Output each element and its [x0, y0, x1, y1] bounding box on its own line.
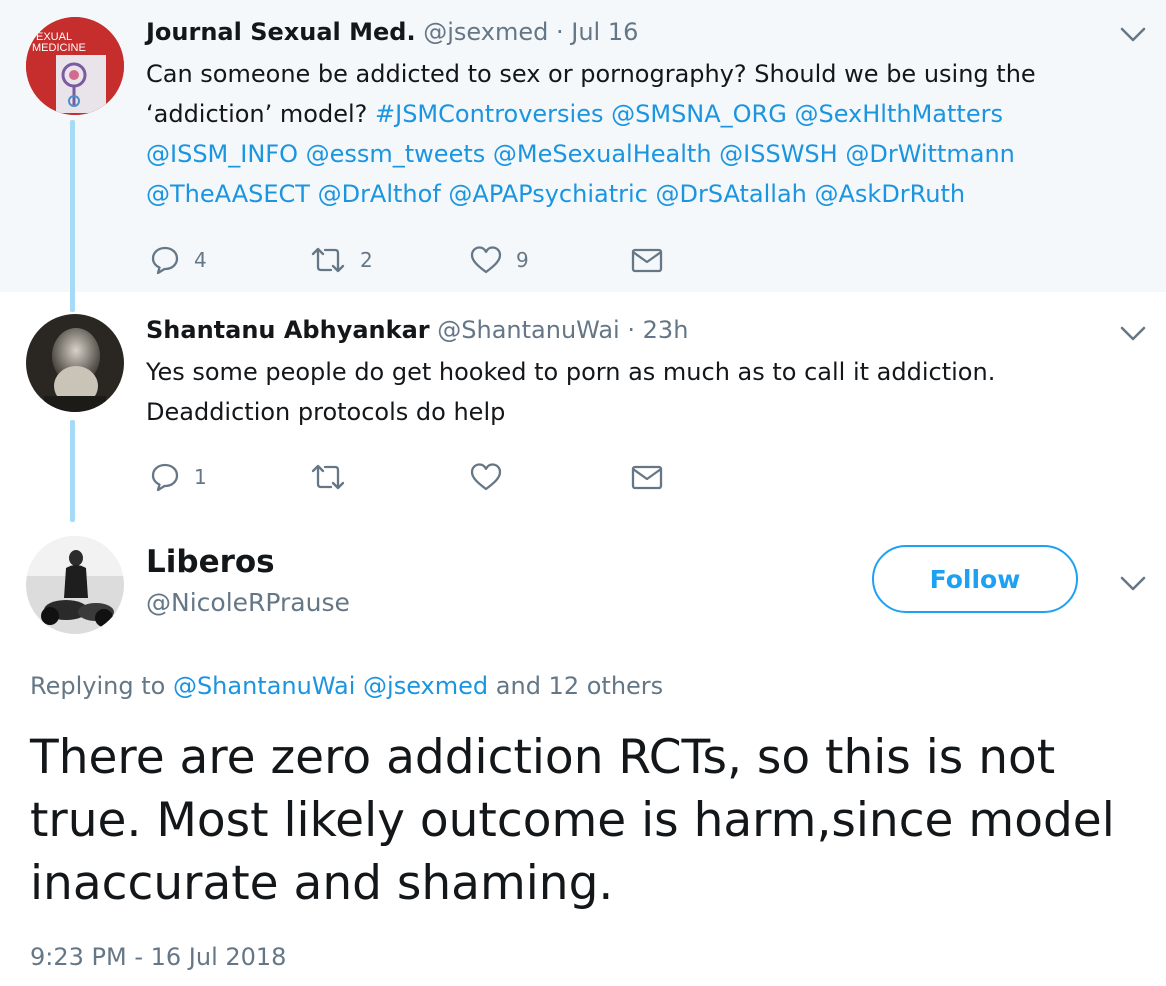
tweet-time[interactable]: 23h: [643, 316, 689, 344]
avatar-jsexmed[interactable]: EXUAL MEDICINE: [26, 17, 124, 115]
mention-link[interactable]: #JSMControversies @SMSNA_ORG @SexHlthMat…: [375, 100, 1003, 128]
retweet-button[interactable]: 2: [310, 240, 373, 280]
tweet-header: Shantanu Abhyankar @ShantanuWai · 23h: [146, 316, 688, 344]
chevron-down-icon[interactable]: [1120, 27, 1146, 43]
author-handle[interactable]: @jsexmed: [423, 18, 548, 46]
svg-text:MEDICINE: MEDICINE: [32, 42, 86, 54]
author-name[interactable]: Liberos: [146, 544, 275, 580]
tweet-jsexmed[interactable]: EXUAL MEDICINE Journal Sexual Med. @jsex…: [0, 0, 1166, 292]
thread-line: [70, 420, 75, 522]
tweet-text-line: Deaddiction protocols do help: [146, 392, 995, 432]
follow-button[interactable]: Follow: [872, 545, 1078, 613]
dm-icon: [631, 465, 663, 490]
like-button[interactable]: 9: [470, 240, 529, 280]
avatar-shantanuwai[interactable]: [26, 314, 124, 412]
tweet-text-line: Can someone be addicted to sex or pornog…: [146, 54, 1036, 94]
tweet-header: Journal Sexual Med. @jsexmed · Jul 16: [146, 18, 638, 46]
thread-line: [70, 120, 75, 312]
replying-to: Replying to @ShantanuWai @jsexmed and 12…: [30, 672, 663, 700]
chevron-down-icon[interactable]: [1120, 576, 1146, 592]
tweet-text: Yes some people do get hooked to porn as…: [146, 352, 995, 432]
author-handle[interactable]: @ShantanuWai: [437, 316, 619, 344]
retweet-button[interactable]: [310, 457, 346, 497]
dot-separator: ·: [555, 18, 564, 46]
reply-icon: [151, 246, 179, 275]
tweet-text-segment: Can someone be addicted to sex or pornog…: [146, 60, 1036, 88]
replying-mentions[interactable]: @ShantanuWai @jsexmed: [173, 672, 488, 700]
dot-separator: ·: [627, 316, 636, 344]
tweet-timestamp[interactable]: 9:23 PM - 16 Jul 2018: [30, 943, 286, 971]
like-count: 9: [516, 248, 529, 272]
mention-link[interactable]: @TheAASECT @DrAlthof @APAPsychiatric @Dr…: [146, 180, 965, 208]
chevron-down-icon[interactable]: [1120, 326, 1146, 342]
author-name[interactable]: Journal Sexual Med.: [146, 18, 416, 46]
author-handle[interactable]: @NicoleRPrause: [146, 588, 350, 617]
main-tweet-text: There are zero addiction RCTs, so this i…: [30, 730, 1115, 911]
dm-icon: [631, 248, 663, 273]
avatar-nicolerprause[interactable]: [26, 536, 124, 634]
retweet-icon: [311, 247, 345, 273]
tweet-text: Can someone be addicted to sex or pornog…: [146, 54, 1036, 214]
replying-prefix: Replying to: [30, 672, 173, 700]
replying-suffix[interactable]: and 12 others: [488, 672, 663, 700]
reply-count: 4: [194, 248, 207, 272]
mention-link[interactable]: @ISSM_INFO @essm_tweets @MeSexualHealth …: [146, 140, 1015, 168]
tweet-text-line: @TheAASECT @DrAlthof @APAPsychiatric @Dr…: [146, 174, 1036, 214]
author-name[interactable]: Shantanu Abhyankar: [146, 316, 430, 344]
tweet-time[interactable]: Jul 16: [571, 18, 638, 46]
reply-button[interactable]: 1: [150, 457, 207, 497]
tweet-text-line: @ISSM_INFO @essm_tweets @MeSexualHealth …: [146, 134, 1036, 174]
retweet-icon: [311, 464, 345, 490]
like-button[interactable]: [470, 457, 502, 497]
reply-button[interactable]: 4: [150, 240, 207, 280]
dm-button[interactable]: [630, 457, 664, 497]
tweet-text-line: Yes some people do get hooked to porn as…: [146, 352, 995, 392]
reply-icon: [151, 463, 179, 492]
tweet-text-line: ‘addiction’ model? #JSMControversies @SM…: [146, 94, 1036, 134]
like-icon: [470, 463, 502, 491]
retweet-count: 2: [360, 248, 373, 272]
tweet-text-segment: Yes some people do get hooked to porn as…: [146, 358, 996, 386]
tweet-text-segment: ‘addiction’ model?: [146, 100, 375, 128]
tweet-text-segment: Deaddiction protocols do help: [146, 398, 506, 426]
dm-button[interactable]: [630, 240, 664, 280]
reply-count: 1: [194, 465, 207, 489]
like-icon: [470, 246, 502, 274]
